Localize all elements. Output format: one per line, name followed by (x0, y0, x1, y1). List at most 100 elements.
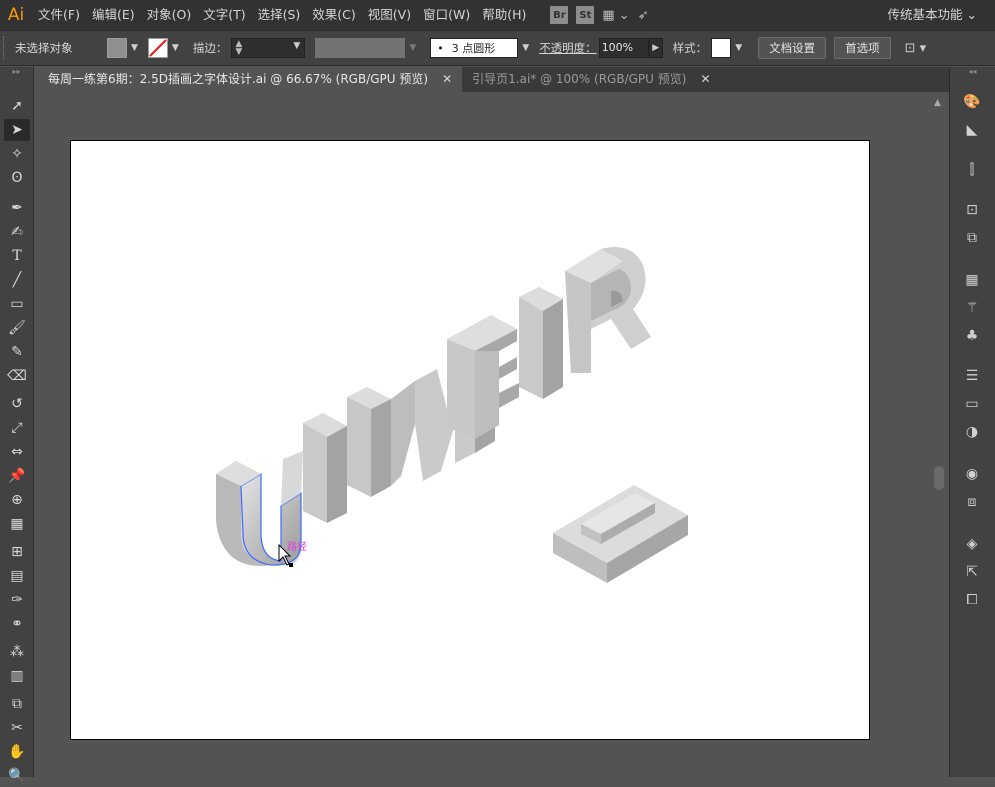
selection-tool-icon[interactable]: ➚ (4, 95, 30, 117)
color-guide-icon[interactable]: ◣ (960, 119, 984, 141)
paintbrush-tool-icon[interactable]: 🖌 (4, 317, 30, 339)
column-graph-tool-icon[interactable]: ▥ (4, 665, 30, 687)
letter-i-1[interactable] (303, 413, 347, 523)
transparency-panel-icon[interactable]: ◑ (960, 421, 984, 443)
isometric-lettering-artwork[interactable] (71, 141, 871, 741)
swatches-panel-icon[interactable]: ▦ (960, 269, 984, 291)
tab-document-active[interactable]: 每周一练第6期：2.5D插画之字体设计.ai @ 66.67% (RGB/GPU… (38, 67, 463, 92)
selection-status: 未选择对象 (15, 41, 73, 55)
align-panel-icon[interactable]: ⫿ (960, 159, 984, 181)
direct-selection-tool-icon[interactable]: ➤ (4, 119, 30, 141)
fill-swatch[interactable] (107, 38, 127, 58)
scroll-up-icon[interactable]: ▲ (934, 98, 941, 108)
menu-object[interactable]: 对象(O) (141, 0, 198, 30)
panel-dock: ◂◂ 🎨 ◣ ⫿ ⊡ ⧉ ▦ ⚚ ♣ ☰ ▭ ◑ ◉ ⧈ ◈ ⇱ ⧠ (949, 67, 995, 777)
stroke-panel-icon[interactable]: ☰ (960, 365, 984, 387)
menu-effect[interactable]: 效果(C) (306, 0, 361, 30)
letter-r[interactable] (565, 247, 651, 373)
transform-panel-icon[interactable]: ⊡ (960, 199, 984, 221)
none-stroke-icon (149, 39, 167, 57)
menu-window[interactable]: 窗口(W) (417, 0, 476, 30)
perspective-grid-tool-icon[interactable]: ▦ (4, 513, 30, 535)
tab-label: 每周一练第6期：2.5D插画之字体设计.ai @ 66.67% (RGB/GPU… (48, 72, 429, 86)
graphic-styles-panel-icon[interactable]: ⧈ (960, 491, 984, 513)
letter-i-2[interactable] (519, 287, 563, 399)
menu-file[interactable]: 文件(F) (32, 0, 86, 30)
blend-tool-icon[interactable]: ⚭ (4, 613, 30, 635)
chevron-down-icon[interactable]: ▼ (409, 43, 416, 53)
artboard[interactable]: 路径 (70, 140, 870, 740)
gradient-panel-icon[interactable]: ▭ (960, 393, 984, 415)
export-panel-icon[interactable]: ⇱ (960, 561, 984, 583)
artboards-panel-icon[interactable]: ⧠ (960, 589, 984, 611)
line-tool-icon[interactable]: ╱ (4, 269, 30, 291)
stepper-icon[interactable]: ▲ ▼ (235, 40, 242, 57)
opacity-input[interactable]: 100% (598, 38, 649, 58)
eraser-tool-icon[interactable]: ⌫ (4, 365, 30, 387)
gpu-performance-icon[interactable]: ➶ (638, 8, 649, 23)
brush-definition-select[interactable]: • 3 点圆形 (430, 38, 519, 58)
width-tool-icon[interactable]: ⇔ (4, 441, 30, 463)
isometric-slab-object[interactable] (553, 485, 688, 583)
puppet-warp-tool-icon[interactable]: 📌 (4, 465, 30, 487)
symbols-panel-icon[interactable]: ♣ (960, 325, 984, 347)
stock-button[interactable]: St (576, 6, 595, 24)
symbol-sprayer-tool-icon[interactable]: ⁂ (4, 641, 30, 663)
zoom-tool-icon[interactable]: 🔍 (4, 765, 30, 787)
menu-edit[interactable]: 编辑(E) (86, 0, 141, 30)
scrollbar-thumb[interactable] (934, 466, 944, 490)
workspace-switcher[interactable]: 传统基本功能 ⌄ (888, 0, 977, 30)
preferences-button[interactable]: 首选项 (834, 37, 891, 59)
curvature-tool-icon[interactable]: ✍ (4, 221, 30, 243)
chevron-down-icon[interactable]: ▼ (293, 41, 300, 51)
close-icon[interactable]: ✕ (442, 67, 452, 92)
layers-panel-icon[interactable]: ◈ (960, 533, 984, 555)
rotate-tool-icon[interactable]: ↺ (4, 393, 30, 415)
letter-e[interactable] (447, 315, 519, 439)
menu-type[interactable]: 文字(T) (197, 0, 251, 30)
rectangle-tool-icon[interactable]: ▭ (4, 293, 30, 315)
arrange-documents-icon[interactable]: ▦ ⌄ (602, 8, 629, 23)
chevron-down-icon[interactable]: ▼ (172, 43, 179, 53)
chevron-down-icon[interactable]: ▼ (735, 43, 742, 53)
document-setup-button[interactable]: 文档设置 (758, 37, 827, 59)
menu-view[interactable]: 视图(V) (362, 0, 417, 30)
menu-help[interactable]: 帮助(H) (476, 0, 532, 30)
lasso-tool-icon[interactable]: ʘ (4, 167, 30, 189)
chevron-right-icon[interactable]: ▶ (648, 38, 663, 58)
stroke-swatch[interactable] (147, 38, 168, 58)
tab-document-inactive[interactable]: 引导页1.ai* @ 100% (RGB/GPU 预览) ✕ (462, 67, 720, 92)
vertical-scrollbar[interactable]: ▲ (930, 92, 948, 777)
panel-grip[interactable]: ▸▸ (0, 67, 33, 77)
stroke-weight-input[interactable]: ▲ ▼ ▼ (231, 38, 306, 58)
appearance-panel-icon[interactable]: ◉ (960, 463, 984, 485)
color-panel-icon[interactable]: 🎨 (960, 91, 984, 113)
magic-wand-tool-icon[interactable]: ✧ (4, 143, 30, 165)
chevron-down-icon[interactable]: ▼ (131, 43, 138, 53)
hand-tool-icon[interactable]: ✋ (4, 741, 30, 763)
slice-tool-icon[interactable]: ✂ (4, 717, 30, 739)
control-bar-grip[interactable] (3, 36, 9, 60)
pathfinder-panel-icon[interactable]: ⧉ (960, 227, 984, 249)
close-icon[interactable]: ✕ (700, 67, 710, 92)
control-bar: 未选择对象 ▼ ▼ 描边： ▲ ▼ ▼ ▼ • 3 点圆形 ▼ 不透明度： 100… (0, 30, 995, 66)
opacity-label[interactable]: 不透明度： (539, 40, 597, 56)
artboard-tool-icon[interactable]: ⧉ (4, 693, 30, 715)
bridge-button[interactable]: Br (550, 6, 569, 24)
graphic-style-swatch[interactable] (711, 38, 732, 58)
brushes-panel-icon[interactable]: ⚚ (960, 297, 984, 319)
arrange-icon[interactable]: ⊡ ▾ (905, 41, 927, 56)
chevron-down-icon[interactable]: ▼ (522, 43, 529, 53)
scale-tool-icon[interactable]: ⤢ (4, 417, 30, 439)
canvas-area[interactable]: 路径 (38, 92, 930, 777)
variable-width-profile[interactable] (315, 38, 406, 58)
gradient-tool-icon[interactable]: ▤ (4, 565, 30, 587)
menu-select[interactable]: 选择(S) (252, 0, 307, 30)
pen-tool-icon[interactable]: ✒ (4, 197, 30, 219)
eyedropper-tool-icon[interactable]: ✑ (4, 589, 30, 611)
mesh-tool-icon[interactable]: ⊞ (4, 541, 30, 563)
panel-grip[interactable]: ◂◂ (950, 67, 995, 77)
type-tool-icon[interactable]: T (4, 245, 30, 267)
shaper-tool-icon[interactable]: ✎ (4, 341, 30, 363)
shape-builder-tool-icon[interactable]: ⊕ (4, 489, 30, 511)
